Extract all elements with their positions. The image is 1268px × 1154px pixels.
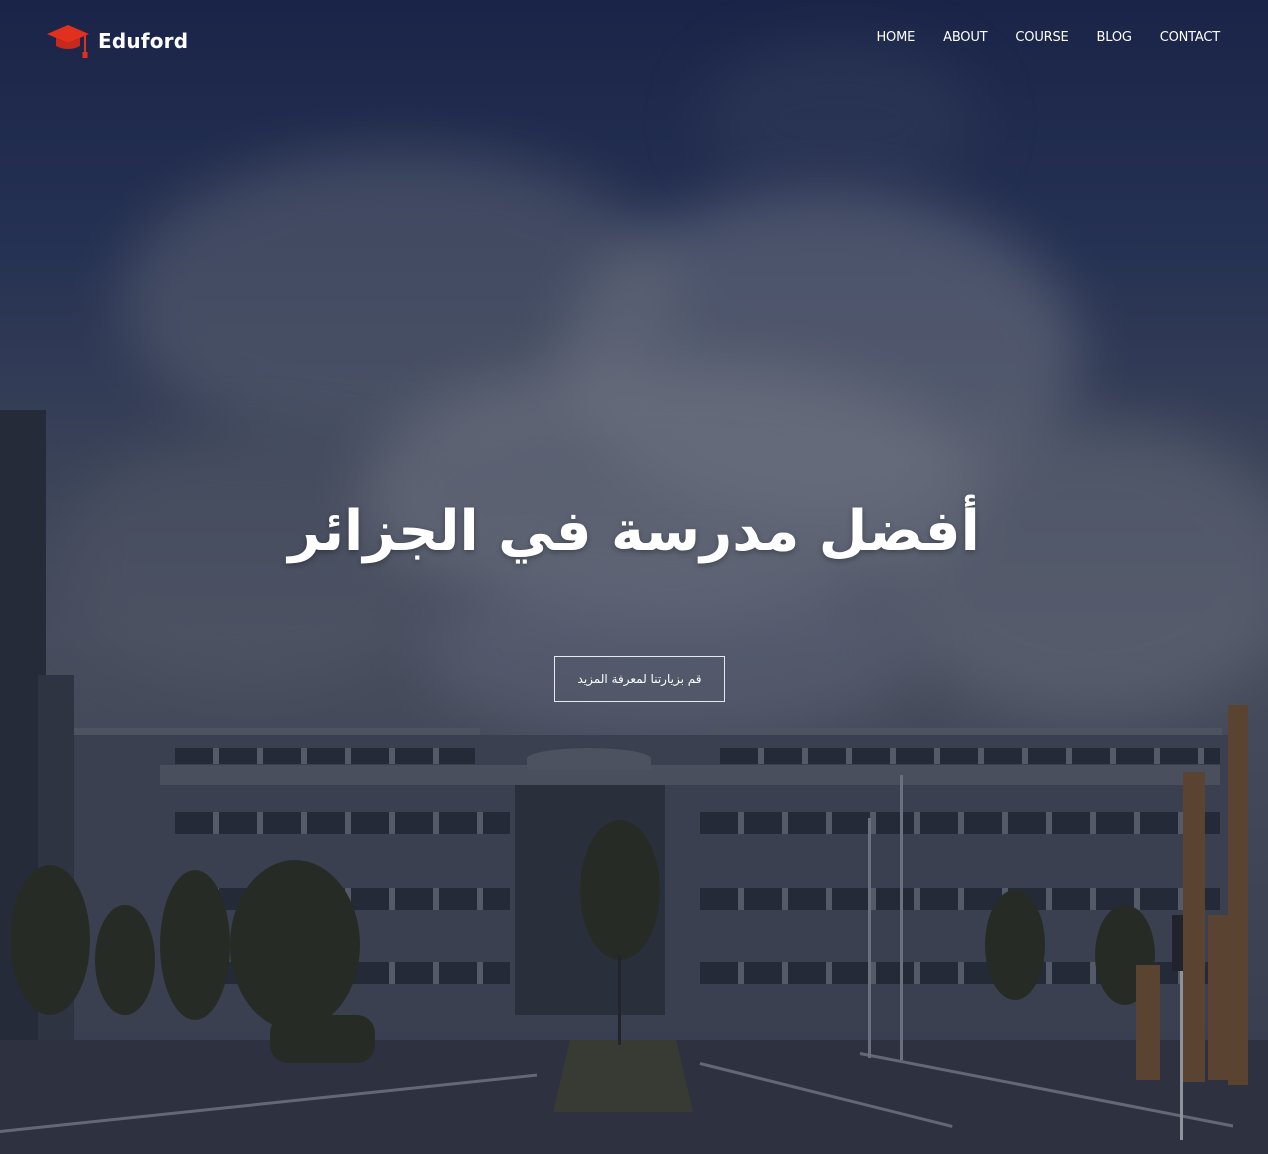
tree xyxy=(580,820,660,960)
nav-about[interactable]: ABOUT xyxy=(943,30,987,45)
nav-home[interactable]: HOME xyxy=(876,30,915,45)
building-rotunda xyxy=(527,748,651,770)
building-cornice xyxy=(160,765,1220,785)
nav-course[interactable]: COURSE xyxy=(1015,30,1068,45)
tree xyxy=(10,865,90,1015)
window-row xyxy=(175,748,475,764)
window-row xyxy=(720,748,1220,764)
tree xyxy=(160,870,230,1020)
cloud xyxy=(420,560,920,740)
sculpture-column xyxy=(1183,772,1205,1082)
visit-us-button[interactable]: قم بزيارتنا لمعرفة المزيد xyxy=(554,656,725,702)
sculpture-column xyxy=(1228,705,1248,1085)
tree-trunk xyxy=(618,955,621,1045)
nav-blog[interactable]: BLOG xyxy=(1097,30,1132,45)
sculpture-column xyxy=(1136,965,1160,1080)
hero-background-image xyxy=(0,0,1268,1154)
brand-logo[interactable]: Eduford xyxy=(46,22,188,60)
tree xyxy=(985,890,1045,1000)
nav-contact[interactable]: CONTACT xyxy=(1160,30,1220,45)
hedge xyxy=(270,1015,375,1063)
window-row xyxy=(700,888,1220,910)
street-light xyxy=(868,818,871,1058)
sculpture-column xyxy=(1208,915,1228,1080)
window-row xyxy=(175,812,510,834)
brand-name: Eduford xyxy=(98,29,189,53)
tree xyxy=(230,860,360,1030)
tree xyxy=(95,905,155,1015)
street-light xyxy=(900,775,903,1060)
road-median xyxy=(553,1040,693,1112)
main-nav: HOME ABOUT COURSE BLOG CONTACT xyxy=(848,30,1220,45)
hero-title: أفضل مدرسة في الجزائر xyxy=(288,499,980,564)
window-row xyxy=(700,812,1220,834)
site-header: Eduford HOME ABOUT COURSE BLOG CONTACT xyxy=(0,0,1268,76)
graduation-cap-icon xyxy=(46,22,90,60)
